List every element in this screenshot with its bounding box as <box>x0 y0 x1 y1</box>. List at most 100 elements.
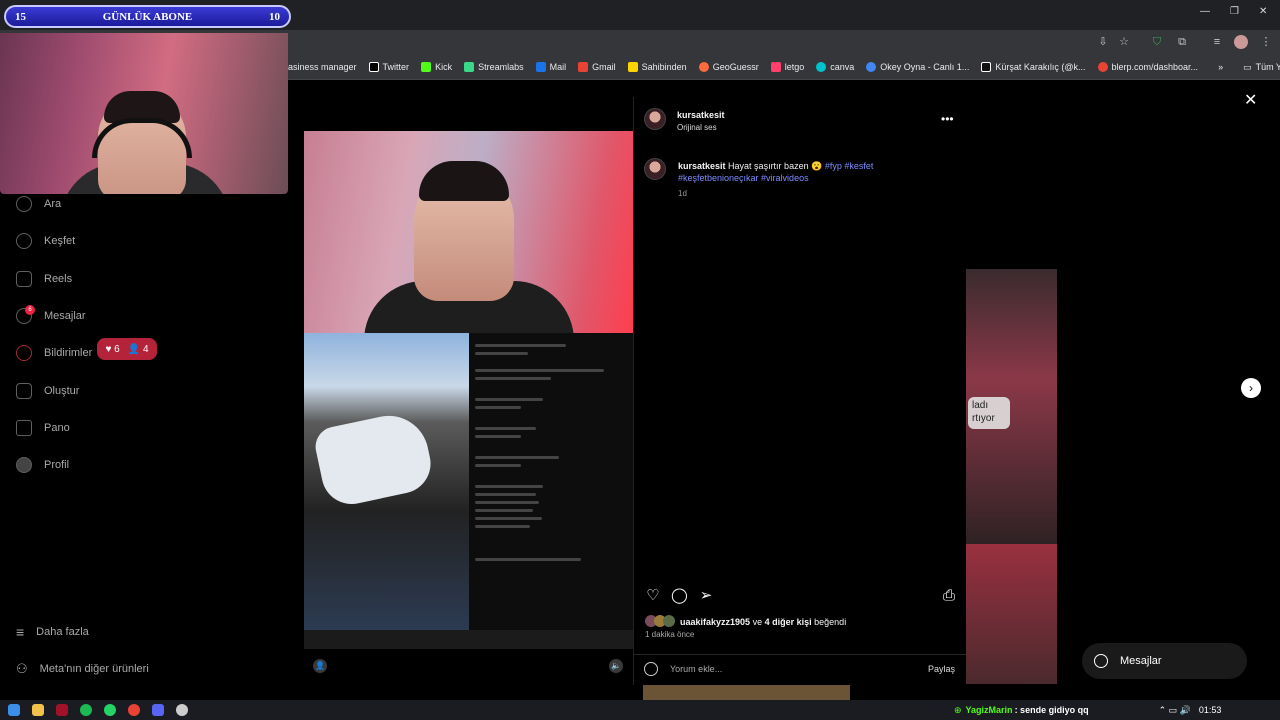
whatsapp-icon[interactable] <box>104 704 116 716</box>
chrome-icon[interactable] <box>128 704 140 716</box>
author-avatar[interactable] <box>644 108 666 130</box>
subscriber-banner-title: GÜNLÜK ABONE <box>102 10 193 23</box>
search-icon <box>16 196 32 212</box>
obs-icon[interactable] <box>176 704 188 716</box>
subscriber-count-left: 15 <box>15 10 26 23</box>
windows-taskbar: ⊕ YagizMarin : sende gidiyo qq ⌃ ▭ 🔊 01:… <box>0 700 1280 720</box>
sidebar-item-notifications[interactable]: Bildirimler <box>16 345 92 361</box>
subscriber-count-right: 10 <box>268 10 280 23</box>
bookmark-streamlabs[interactable]: Streamlabs <box>458 55 530 79</box>
all-bookmarks-folder[interactable]: ▭Tüm Yer İşaretleri <box>1237 55 1280 79</box>
bookmark-mail[interactable]: Mail <box>530 55 573 79</box>
chat-username: YagizMarin <box>965 705 1013 715</box>
hamburger-icon: ≡ <box>16 624 25 640</box>
bookmark-blerp[interactable]: blerp.com/dashboar... <box>1092 55 1205 79</box>
app-icon[interactable] <box>56 704 68 716</box>
posted-time: 1 dakika önce <box>645 630 695 639</box>
sidebar-meta-products[interactable]: ⚇ Meta'nın diğer ürünleri <box>16 661 149 677</box>
folder-icon: ▭ <box>1243 61 1252 72</box>
bookmark-icon[interactable]: ⎙ <box>941 588 957 604</box>
post-media[interactable] <box>304 131 633 649</box>
meta-icon: ⚇ <box>16 661 28 676</box>
post-caption: kursatkesit Hayat şaşırtır bazen 😮 #fyp … <box>678 160 908 184</box>
comment-input[interactable]: Yorum ekle... <box>670 664 722 674</box>
clock: 01:53 <box>1198 705 1222 715</box>
sidebar-item-create[interactable]: Oluştur <box>16 383 79 399</box>
comment-icon[interactable]: ◯ <box>671 588 688 604</box>
caption-text: Hayat şaşırtır bazen 😮 <box>728 161 823 171</box>
liked-by-others[interactable]: 4 diğer kişi <box>765 617 812 627</box>
bookmark-canva[interactable]: canva <box>810 55 860 79</box>
explore-grid-item[interactable]: ladı rtıyor <box>966 269 1057 544</box>
more-options-icon[interactable]: ••• <box>941 112 954 126</box>
windows-start-icon[interactable] <box>8 704 20 716</box>
grid-text-snippet-1: ladı <box>972 400 989 411</box>
kick-chat-icon: ⊕ <box>954 704 962 715</box>
liked-by-text: uaakifakyzz1905 ve 4 diğer kişi beğendi <box>680 617 847 627</box>
liked-by-user[interactable]: uaakifakyzz1905 <box>680 617 750 627</box>
close-icon[interactable]: ✕ <box>1244 90 1257 110</box>
streamer-webcam <box>0 33 288 194</box>
caption-username[interactable]: kursatkesit <box>678 161 726 171</box>
shield-icon[interactable]: ⛉ <box>1150 35 1164 49</box>
caption-time: 1d <box>678 189 687 198</box>
bookmark-letgo[interactable]: letgo <box>765 55 811 79</box>
star-icon[interactable]: ☆ <box>1117 35 1131 49</box>
next-post-icon[interactable]: › <box>1241 378 1261 398</box>
install-icon[interactable]: ⇩ <box>1096 35 1110 49</box>
bookmark-sahibinden[interactable]: Sahibinden <box>622 55 693 79</box>
media-controls-icon[interactable]: ≡ <box>1210 35 1224 49</box>
bookmark-twitter[interactable]: Twitter <box>363 55 416 79</box>
bookmarks-overflow-icon[interactable]: » <box>1212 55 1229 79</box>
caption-avatar[interactable] <box>644 158 666 180</box>
audio-label[interactable]: Orijinal ses <box>677 123 717 132</box>
notification-bubble: ♥ 6 👤 4 <box>97 338 157 360</box>
bookmark-kick[interactable]: Kick <box>415 55 458 79</box>
likes-count: ♥ 6 <box>105 343 120 355</box>
liked-by-avatars <box>645 615 675 627</box>
chart-icon <box>16 420 32 436</box>
sound-icon[interactable]: 🔈 <box>609 659 623 673</box>
grid-text-snippet-2: rtıyor <box>972 413 995 424</box>
profile-avatar-icon[interactable] <box>1234 35 1248 49</box>
compass-icon <box>16 233 32 249</box>
like-icon[interactable]: ♡ <box>645 588 661 604</box>
explore-grid-item-2[interactable] <box>966 544 1057 684</box>
messages-floating-button[interactable]: Mesajlar <box>1082 643 1247 679</box>
sidebar-item-dashboard[interactable]: Pano <box>16 420 70 436</box>
share-icon[interactable]: ➢ <box>698 588 714 604</box>
daily-subscriber-banner: 15 GÜNLÜK ABONE 10 <box>4 5 291 28</box>
close-window-icon[interactable]: ✕ <box>1259 6 1267 17</box>
sidebar-item-reels[interactable]: Reels <box>16 271 72 287</box>
sidebar-item-profile[interactable]: Profil <box>16 457 69 473</box>
chat-message: : sende gidiyo qq <box>1014 705 1089 715</box>
file-explorer-icon[interactable] <box>32 704 44 716</box>
bookmark-okey[interactable]: Okey Oyna - Canlı 1... <box>860 55 975 79</box>
comment-bar: Yorum ekle... Paylaş <box>633 654 966 682</box>
spotify-icon[interactable] <box>80 704 92 716</box>
bookmark-gmail[interactable]: Gmail <box>572 55 622 79</box>
follows-count: 👤 4 <box>127 343 149 355</box>
reels-icon <box>16 271 32 287</box>
plus-icon <box>16 383 32 399</box>
bookmark-tiktok[interactable]: Kürşat Karakılıç (@k... <box>975 55 1091 79</box>
author-username[interactable]: kursatkesit <box>677 110 725 120</box>
messages-badge: 6 <box>25 305 35 315</box>
explore-grid-item-3[interactable] <box>643 685 850 700</box>
minimize-icon[interactable]: — <box>1200 6 1210 17</box>
heart-icon <box>16 345 32 361</box>
sidebar-item-search[interactable]: Ara <box>16 196 61 212</box>
emoji-icon[interactable] <box>644 661 658 676</box>
extensions-icon[interactable]: ⧉ <box>1175 35 1189 49</box>
tagged-users-icon[interactable]: 👤 <box>313 659 327 673</box>
restore-icon[interactable]: ❐ <box>1230 6 1239 17</box>
bookmark-geoguessr[interactable]: GeoGuessr <box>693 55 765 79</box>
sidebar-more[interactable]: ≡ Daha fazla <box>16 624 89 640</box>
sidebar-item-explore[interactable]: Keşfet <box>16 233 75 249</box>
post-comment-button[interactable]: Paylaş <box>928 664 955 674</box>
tray-icons[interactable]: ⌃ ▭ 🔊 <box>1159 705 1191 716</box>
discord-icon[interactable] <box>152 704 164 716</box>
messenger-icon <box>1094 654 1108 668</box>
menu-icon[interactable]: ⋮ <box>1259 35 1273 49</box>
avatar-icon <box>16 457 32 473</box>
